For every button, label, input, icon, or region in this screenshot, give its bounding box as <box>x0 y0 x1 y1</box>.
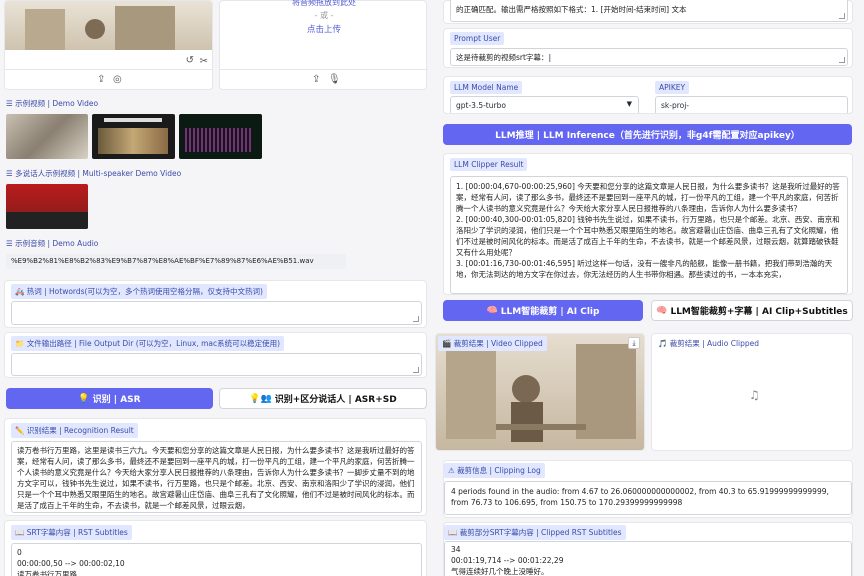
music-note-icon: ♫ <box>749 388 760 402</box>
recognition-panel: ✏️ 识别结果 | Recognition Result 读万卷书行万里路，这里… <box>4 418 427 516</box>
clipped-srt-panel: 📖 裁剪部分SRT字幕内容 | Clipped RST Subtitles 34… <box>443 522 853 576</box>
webcam-icon[interactable]: ◎ <box>113 74 122 85</box>
multi-speaker-thumb[interactable] <box>6 184 88 229</box>
demo-audio-file[interactable]: %E9%B2%81%E8%B2%83%E9%B7%87%E8%AE%BF%E7%… <box>6 254 346 269</box>
clipping-log-text[interactable]: 4 periods found in the audio: from 4.67 … <box>444 481 852 515</box>
demo-video-thumb-1[interactable] <box>6 114 88 159</box>
download-icon[interactable]: ⤓ <box>628 337 640 349</box>
clipping-log-panel: ⚠ 裁剪信息 | Clipping Log 4 periods found in… <box>443 460 853 518</box>
audio-upload-panel[interactable]: 将音频拖放到此处 - 或 - 点击上传 ⇪ 🎙 <box>219 0 428 90</box>
audio-clipped-panel: 🎵 裁剪结果 | Audio Clipped ♫ <box>651 333 853 451</box>
microphone-icon[interactable]: 🎙 <box>328 74 341 85</box>
llm-result-panel: LLM Clipper Result 1. [00:00:04,670-00:0… <box>443 153 853 295</box>
video-clipped-panel: 🎬 裁剪结果 | Video Clipped ⤓ <box>435 333 645 451</box>
clipping-log-label: ⚠ 裁剪信息 | Clipping Log <box>444 463 545 478</box>
video-preview <box>5 1 212 50</box>
output-dir-panel: 📁 文件输出路径 | File Output Dir (可以为空，Linux, … <box>4 332 427 378</box>
apikey-label: APIKEY <box>655 81 690 94</box>
divider <box>220 69 428 70</box>
click-upload-link[interactable]: 点击上传 <box>220 23 428 35</box>
divider <box>5 69 212 70</box>
video-frame-illustration <box>25 6 175 50</box>
clipped-srt-text[interactable]: 34 00:01:19,714 --> 00:01:22,29 气得连续好几个晚… <box>444 541 852 576</box>
upload-icon[interactable]: ⇪ <box>312 74 320 85</box>
recognition-label: ✏️ 识别结果 | Recognition Result <box>11 423 138 438</box>
asr-sd-button[interactable]: 💡👥 识别+区分说话人 | ASR+SD <box>219 388 427 409</box>
hotwords-label: 🚑 热词 | Hotwords(可以为空，多个热词使用空格分隔，仅支持中文热词) <box>11 284 267 299</box>
prompt-user-input[interactable]: 这是待裁剪的视频srt字幕：| <box>450 48 848 66</box>
llm-model-label: LLM Model Name <box>450 81 523 94</box>
video-upload-panel: ✂ ↺ ⇪ ◎ <box>4 0 213 90</box>
llm-result-label: LLM Clipper Result <box>450 158 528 171</box>
clipped-video-illustration <box>446 344 636 442</box>
upload-icon[interactable]: ⇪ <box>97 74 105 85</box>
srt-label: 📖 SRT字幕内容 | RST Subtitles <box>11 525 132 540</box>
multi-speaker-heading: ☰ 多说话人示例视频 | Multi-speaker Demo Video <box>6 169 182 178</box>
undo-icon[interactable]: ↺ <box>186 55 194 66</box>
srt-panel: 📖 SRT字幕内容 | RST Subtitles 0 00:00:00,50 … <box>4 520 427 576</box>
drop-hint: 将音频拖放到此处 <box>292 0 356 7</box>
clipped-srt-label: 📖 裁剪部分SRT字幕内容 | Clipped RST Subtitles <box>444 525 626 540</box>
or-text: - 或 - <box>314 11 334 20</box>
recognition-text[interactable]: 读万卷书行万里路，这里是读书三六九。今天要和您分享的这篇文章是人民日报，为什么要… <box>11 441 422 513</box>
demo-audio-heading: ☰ 示例音频 | Demo Audio <box>6 239 99 248</box>
demo-video-heading: ☰ 示例视频 | Demo Video <box>6 99 99 108</box>
ai-clip-button[interactable]: 🧠 LLM智能裁剪 | AI Clip <box>443 300 643 321</box>
ai-clip-subtitles-button[interactable]: 🧠 LLM智能裁剪+字幕 | AI Clip+Subtitles <box>651 300 853 321</box>
prompt-system-text[interactable]: 的正确匹配。输出需严格按照如下格式：1. [开始时间-结束时间] 文本 <box>450 0 848 22</box>
srt-text[interactable]: 0 00:00:00,50 --> 00:00:02,10 读万卷书行万里路 <box>11 543 422 576</box>
hotwords-input[interactable] <box>11 301 422 325</box>
chevron-down-icon: ▼ <box>626 100 632 108</box>
llm-config-panel: LLM Model Name gpt-3.5-turbo ▼ APIKEY sk… <box>443 76 853 114</box>
hotwords-panel: 🚑 热词 | Hotwords(可以为空，多个热词使用空格分隔，仅支持中文热词) <box>4 280 427 328</box>
llm-result-text[interactable]: 1. [00:00:04,670-00:00:25,960] 今天要和您分享的这… <box>450 176 848 294</box>
video-clipped-preview[interactable] <box>436 334 644 450</box>
demo-video-thumb-3[interactable] <box>179 114 262 159</box>
output-dir-input[interactable] <box>11 353 422 376</box>
crop-icon[interactable]: ✂ <box>200 56 208 67</box>
prompt-system-panel: 的正确匹配。输出需严格按照如下格式：1. [开始时间-结束时间] 文本 <box>443 0 853 24</box>
llm-inference-button[interactable]: LLM推理 | LLM Inference（首先进行识别，非g4f需配置对应ap… <box>443 124 852 145</box>
video-clipped-label: 🎬 裁剪结果 | Video Clipped <box>438 336 547 351</box>
demo-video-thumb-2[interactable] <box>92 114 175 159</box>
audio-clipped-label: 🎵 裁剪结果 | Audio Clipped <box>654 336 764 351</box>
apikey-input[interactable]: sk-proj- <box>655 96 848 113</box>
asr-button[interactable]: 💡 识别 | ASR <box>6 388 213 409</box>
prompt-user-label: Prompt User <box>450 32 505 45</box>
output-dir-label: 📁 文件输出路径 | File Output Dir (可以为空，Linux, … <box>11 336 285 351</box>
llm-model-select[interactable]: gpt-3.5-turbo ▼ <box>450 96 639 113</box>
prompt-user-panel: Prompt User 这是待裁剪的视频srt字幕：| <box>443 28 853 68</box>
